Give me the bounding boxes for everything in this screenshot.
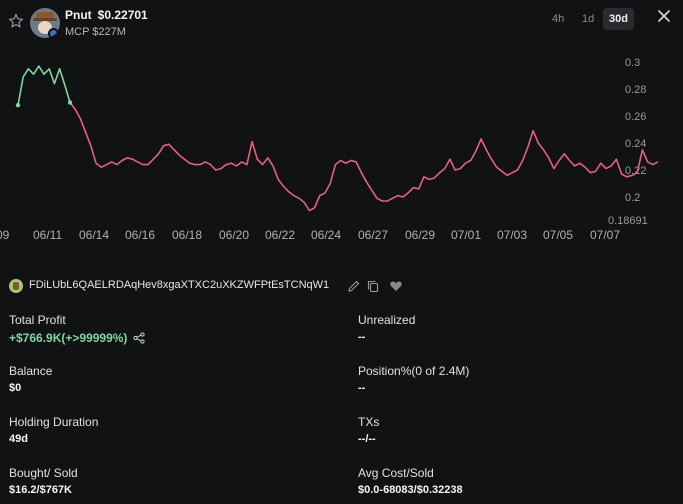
bought-sold-label: Bought/ Sold [9,466,78,480]
timeframe-4h[interactable]: 4h [546,8,570,30]
x-tick-label: 07/01 [451,228,481,242]
position-label: Position%(0 of 2.4M) [358,364,470,378]
txs-label: TXs [358,415,380,429]
balance-label: Balance [9,364,53,378]
trade-marker-point [67,100,73,105]
balance-stat: Balance $0 [9,364,309,394]
timeframe-1d[interactable]: 1d [576,8,600,30]
holding-duration-value: 49d [9,433,28,445]
price-chart[interactable]: 0.3 0.28 0.26 0.24 0.22 0.2 0.18691 09 06/11 06/… [0,48,683,248]
price-line-profit-segment [17,65,71,106]
price-line-segment [69,102,659,212]
avg-cost-stat: Avg Cost/Sold $0.0-68083/$0.32238 [358,466,658,496]
x-tick-label: 06/14 [79,228,109,242]
copy-icon[interactable] [366,279,380,293]
token-avatar [30,8,60,38]
heart-icon[interactable] [389,279,403,293]
y-tick-label: 0.24 [625,138,646,150]
token-header: Pnut $0.22701 MCP $227M 4h 1d 30d [0,0,683,48]
star-icon[interactable] [8,13,24,29]
wallet-address[interactable]: FDiLUbL6QAELRDAqHev8xgaXTXC2uXKZWFPtEsTC… [29,279,329,291]
x-tick-label: 09 [0,228,10,242]
x-tick-label: 07/05 [543,228,573,242]
x-tick-label: 07/07 [590,228,620,242]
x-tick-label: 06/24 [311,228,341,242]
x-tick-label: 06/29 [405,228,435,242]
unrealized-label: Unrealized [358,313,416,327]
unrealized-stat: Unrealized -- [358,313,658,343]
close-icon[interactable] [656,8,672,24]
x-tick-label: 06/11 [33,228,62,242]
total-profit-label: Total Profit [9,313,66,327]
share-icon[interactable] [133,332,146,344]
token-symbol: Pnut [65,8,92,22]
total-profit-stat: Total Profit +$766.9K(+>99999%) [9,313,309,345]
y-tick-label: 0.2 [625,192,640,204]
position-value: -- [358,382,366,394]
x-tick-label: 06/20 [219,228,249,242]
txs-value: --/-- [358,433,376,445]
y-tick-label: 0.22 [625,165,646,177]
y-tick-label: 0.28 [625,84,646,96]
token-name: Pnut $0.22701 [65,8,148,22]
token-price: $0.22701 [97,8,148,22]
x-tick-label: 06/27 [358,228,388,242]
bought-sold-stat: Bought/ Sold $16.2/$767K [9,466,309,496]
total-profit-value: +$766.9K(+>99999%) [9,331,309,345]
pencil-icon[interactable] [347,279,361,293]
txs-stat: TXs --/-- [358,415,658,445]
avg-cost-value: $0.0-68083/$0.32238 [358,484,463,496]
trade-marker-point [15,103,21,108]
bought-sold-value: $16.2/$767K [9,484,72,496]
y-tick-label: 0.18691 [608,215,648,227]
y-tick-label: 0.26 [625,111,646,123]
wallet-avatar-icon [9,279,23,293]
x-tick-label: 06/18 [172,228,202,242]
x-tick-label: 07/03 [497,228,527,242]
x-tick-label: 06/16 [125,228,155,242]
position-stat: Position%(0 of 2.4M) -- [358,364,658,394]
holding-duration-label: Holding Duration [9,415,99,429]
balance-value: $0 [9,382,22,394]
timeframe-30d[interactable]: 30d [603,8,634,30]
avg-cost-label: Avg Cost/Sold [358,466,434,480]
y-tick-label: 0.3 [625,57,640,69]
holding-duration-stat: Holding Duration 49d [9,415,309,445]
x-tick-label: 06/22 [265,228,295,242]
wallet-address-row: FDiLUbL6QAELRDAqHev8xgaXTXC2uXKZWFPtEsTC… [9,278,429,294]
unrealized-value: -- [358,331,366,343]
chain-badge-icon [48,28,59,38]
market-cap: MCP $227M [65,26,126,38]
